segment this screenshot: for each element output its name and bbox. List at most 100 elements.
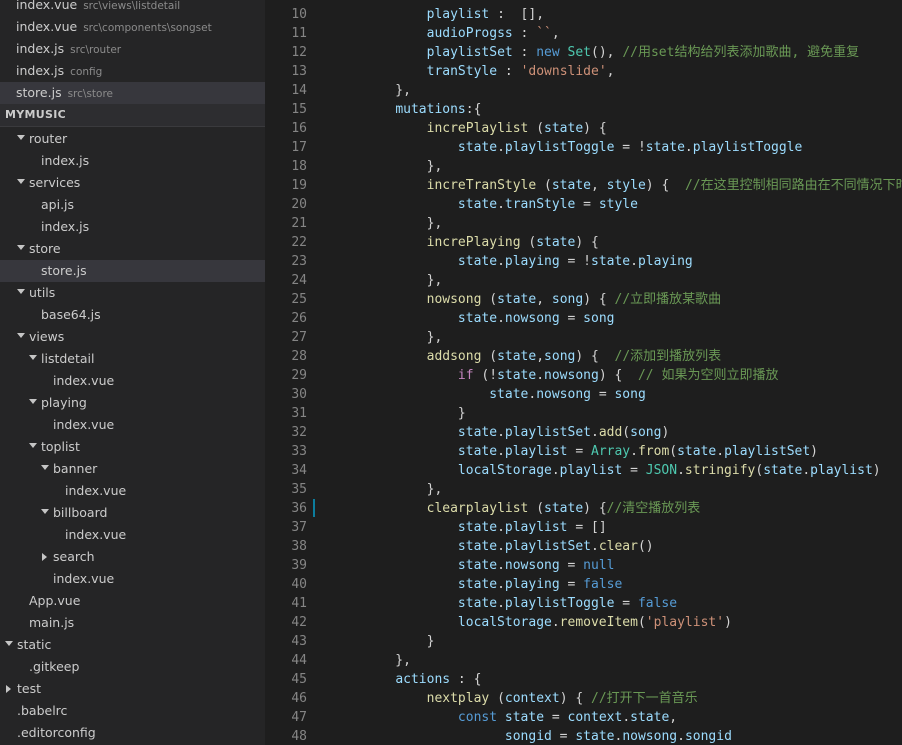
tree-folder-item[interactable]: banner <box>0 458 265 480</box>
chevron-down-icon[interactable] <box>17 245 25 250</box>
code-line[interactable]: 28 addsong (state,song) { //添加到播放列表 <box>265 347 902 366</box>
code-line[interactable]: 21 }, <box>265 214 902 233</box>
code-line[interactable]: 37 state.playlist = [] <box>265 518 902 537</box>
line-number: 42 <box>291 615 307 630</box>
code-line[interactable]: 40 state.playing = false <box>265 575 902 594</box>
tree-file-item[interactable]: .babelrc <box>0 700 265 722</box>
line-number: 13 <box>291 64 307 79</box>
code-text: increTranStyle (state, style) { //在这里控制相… <box>426 178 902 193</box>
tree-file-item[interactable]: index.vue <box>0 524 265 546</box>
tree-folder-item[interactable]: billboard <box>0 502 265 524</box>
code-line[interactable]: 46 nextplay (context) { //打开下一首音乐 <box>265 689 902 708</box>
chevron-right-icon[interactable] <box>42 553 47 561</box>
open-editor-path: src\views\listdetail <box>83 0 181 12</box>
code-line[interactable]: 16 increPlaylist (state) { <box>265 119 902 138</box>
tree-folder-item[interactable]: utils <box>0 282 265 304</box>
code-line[interactable]: 42 localStorage.removeItem('playlist') <box>265 613 902 632</box>
chevron-right-icon[interactable] <box>6 685 11 693</box>
code-line[interactable]: 32 state.playlistSet.add(song) <box>265 423 902 442</box>
code-line[interactable]: 11 audioProgss : ``, <box>265 24 902 43</box>
open-editor-item[interactable]: index.vue src\components\songset <box>0 16 265 38</box>
code-line[interactable]: 10 playlist : [], <box>265 5 902 24</box>
line-number: 10 <box>291 7 307 22</box>
chevron-down-icon[interactable] <box>17 179 25 184</box>
code-line[interactable]: 25 nowsong (state, song) { //立即播放某歌曲 <box>265 290 902 309</box>
tree-file-item[interactable]: App.vue <box>0 590 265 612</box>
open-editor-item[interactable]: index.js src\router <box>0 38 265 60</box>
tree-folder-item[interactable]: playing <box>0 392 265 414</box>
code-line[interactable]: 45 actions : { <box>265 670 902 689</box>
code-line[interactable]: 30 state.nowsong = song <box>265 385 902 404</box>
tree-item-label: .editorconfig <box>17 725 96 740</box>
tree-folder-item[interactable]: router <box>0 128 265 150</box>
tree-file-item[interactable]: index.js <box>0 150 265 172</box>
tree-file-item[interactable]: .gitkeep <box>0 656 265 678</box>
open-editor-filename: store.js src\store <box>16 85 114 100</box>
open-editor-item[interactable]: store.js src\store <box>0 82 265 104</box>
code-line[interactable]: 12 playlistSet : new Set(), //用set结构给列表添… <box>265 43 902 62</box>
line-number: 27 <box>291 330 307 345</box>
code-line[interactable]: 26 state.nowsong = song <box>265 309 902 328</box>
code-line[interactable]: 23 state.playing = !state.playing <box>265 252 902 271</box>
code-line[interactable]: 18 }, <box>265 157 902 176</box>
tree-file-item[interactable]: store.js <box>0 260 265 282</box>
project-section-header[interactable]: MYMUSIC <box>0 104 265 127</box>
tree-folder-item[interactable]: listdetail <box>0 348 265 370</box>
tree-item-label: views <box>29 329 65 344</box>
tree-folder-item[interactable]: services <box>0 172 265 194</box>
tree-file-item[interactable]: main.js <box>0 612 265 634</box>
tree-file-item[interactable]: .editorconfig <box>0 722 265 744</box>
tree-file-item[interactable]: index.js <box>0 216 265 238</box>
code-line[interactable]: 17 state.playlistToggle = !state.playlis… <box>265 138 902 157</box>
code-line[interactable]: 14 }, <box>265 81 902 100</box>
tree-folder-item[interactable]: static <box>0 634 265 656</box>
tree-file-item[interactable]: index.vue <box>0 370 265 392</box>
code-line[interactable]: 31 } <box>265 404 902 423</box>
code-line[interactable]: 24 }, <box>265 271 902 290</box>
chevron-down-icon[interactable] <box>29 355 37 360</box>
chevron-down-icon[interactable] <box>5 641 13 646</box>
tree-file-item[interactable]: index.vue <box>0 568 265 590</box>
open-editor-path: src\store <box>67 88 114 100</box>
code-line[interactable]: 27 }, <box>265 328 902 347</box>
code-line[interactable]: 19 increTranStyle (state, style) { //在这里… <box>265 176 902 195</box>
code-line[interactable]: 22 increPlaying (state) { <box>265 233 902 252</box>
code-line[interactable]: 47 const state = context.state, <box>265 708 902 727</box>
code-line[interactable]: 33 state.playlist = Array.from(state.pla… <box>265 442 902 461</box>
tree-file-item[interactable]: index.vue <box>0 414 265 436</box>
chevron-down-icon[interactable] <box>17 289 25 294</box>
tree-folder-item[interactable]: test <box>0 678 265 700</box>
tree-folder-item[interactable]: search <box>0 546 265 568</box>
open-editor-item[interactable]: index.vue src\views\listdetail <box>0 0 265 16</box>
code-line[interactable]: 36 clearplaylist (state) {//清空播放列表 <box>265 499 902 518</box>
code-line[interactable]: 48 songid = state.nowsong.songid <box>265 727 902 745</box>
chevron-down-icon[interactable] <box>17 135 25 140</box>
code-line[interactable]: 35 }, <box>265 480 902 499</box>
code-line[interactable]: 13 tranStyle : 'downslide', <box>265 62 902 81</box>
tree-item-label: test <box>17 681 42 696</box>
chevron-down-icon[interactable] <box>29 443 37 448</box>
tree-file-item[interactable]: index.vue <box>0 480 265 502</box>
line-number: 22 <box>291 235 307 250</box>
chevron-down-icon[interactable] <box>41 465 49 470</box>
chevron-down-icon[interactable] <box>41 509 49 514</box>
code-line[interactable]: 38 state.playlistSet.clear() <box>265 537 902 556</box>
code-line[interactable]: 41 state.playlistToggle = false <box>265 594 902 613</box>
tree-folder-item[interactable]: views <box>0 326 265 348</box>
code-line[interactable]: 44 }, <box>265 651 902 670</box>
tree-folder-item[interactable]: store <box>0 238 265 260</box>
code-line[interactable]: 29 if (!state.nowsong) { // 如果为空则立即播放 <box>265 366 902 385</box>
chevron-down-icon[interactable] <box>29 399 37 404</box>
chevron-down-icon[interactable] <box>17 333 25 338</box>
tree-file-item[interactable]: api.js <box>0 194 265 216</box>
code-line[interactable]: 43 } <box>265 632 902 651</box>
code-line[interactable]: 20 state.tranStyle = style <box>265 195 902 214</box>
code-line[interactable]: 15 mutations:{ <box>265 100 902 119</box>
code-text: tranStyle : 'downslide', <box>426 64 615 79</box>
code-editor[interactable]: 10 playlist : [], 11 audioProgss : ``, 12 … <box>265 0 902 745</box>
tree-folder-item[interactable]: toplist <box>0 436 265 458</box>
code-line[interactable]: 39 state.nowsong = null <box>265 556 902 575</box>
tree-file-item[interactable]: base64.js <box>0 304 265 326</box>
open-editor-item[interactable]: index.js config <box>0 60 265 82</box>
code-line[interactable]: 34 localStorage.playlist = JSON.stringif… <box>265 461 902 480</box>
